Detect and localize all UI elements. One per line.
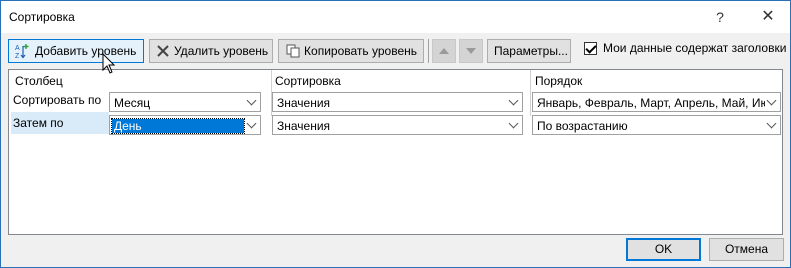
copy-level-button[interactable]: Копировать уровень	[278, 39, 424, 63]
column-select[interactable]: Месяц	[109, 92, 261, 112]
copy-level-label: Копировать уровень	[304, 44, 417, 58]
delete-level-button[interactable]: Удалить уровень	[149, 39, 273, 63]
column-select-value: День	[111, 118, 245, 134]
options-label: Параметры...	[494, 44, 568, 58]
chevron-down-icon[interactable]	[243, 116, 260, 134]
move-up-button[interactable]	[432, 39, 456, 63]
column-divider	[530, 70, 531, 116]
svg-text:A: A	[15, 45, 20, 52]
order-select-value: Январь, Февраль, Март, Апрель, Май, Июнь	[537, 96, 765, 110]
add-level-icon: AZ	[15, 43, 31, 59]
chevron-down-icon[interactable]	[243, 93, 260, 111]
close-button[interactable]: ✕	[753, 5, 783, 29]
row-label: Затем по	[11, 112, 109, 134]
arrow-down-icon	[466, 48, 476, 54]
headers-checkbox-label: Мои данные содержат заголовки	[603, 41, 787, 55]
title-bar: Сортировка ? ✕	[1, 1, 790, 33]
order-select[interactable]: Январь, Февраль, Март, Апрель, Май, Июнь	[532, 92, 781, 112]
sort-on-select-value: Значения	[277, 96, 331, 110]
svg-text:Z: Z	[15, 53, 20, 59]
delete-icon	[156, 43, 170, 59]
header-column: Столбец	[15, 74, 63, 88]
row-label: Сортировать по	[13, 93, 102, 107]
sort-levels-grid: Столбец Сортировка Порядок Сортировать п…	[8, 69, 783, 235]
arrow-up-icon	[439, 48, 449, 54]
add-level-button[interactable]: AZ Добавить уровень	[8, 39, 144, 63]
ok-button[interactable]: OK	[626, 238, 701, 261]
options-button[interactable]: Параметры...	[487, 39, 571, 63]
toolbar-separator	[428, 39, 429, 63]
headers-checkbox[interactable]	[584, 41, 597, 55]
order-select-value: По возрастанию	[537, 119, 628, 133]
sort-dialog: Сортировка ? ✕ AZ Добавить уровень Удали…	[0, 0, 791, 268]
delete-level-label: Удалить уровень	[174, 44, 269, 58]
move-down-button[interactable]	[459, 39, 483, 63]
sort-on-select[interactable]: Значения	[272, 115, 523, 135]
dialog-title: Сортировка	[9, 10, 75, 24]
mouse-cursor-icon	[102, 53, 116, 74]
order-select[interactable]: По возрастанию	[532, 115, 781, 135]
column-select[interactable]: День	[109, 115, 261, 135]
chevron-down-icon[interactable]	[505, 93, 522, 111]
header-sort-on: Сортировка	[275, 74, 341, 88]
chevron-down-icon[interactable]	[763, 93, 780, 111]
sort-on-select[interactable]: Значения	[272, 92, 523, 112]
column-select-value: Месяц	[114, 96, 151, 110]
header-order: Порядок	[535, 74, 583, 88]
headers-checkbox-row[interactable]: Мои данные содержат заголовки	[584, 41, 786, 55]
copy-icon	[285, 43, 300, 59]
cancel-button[interactable]: Отмена	[709, 238, 784, 261]
sort-on-select-value: Значения	[277, 119, 331, 133]
chevron-down-icon[interactable]	[763, 116, 780, 134]
add-level-label: Добавить уровень	[35, 44, 137, 58]
chevron-down-icon[interactable]	[505, 116, 522, 134]
help-button[interactable]: ?	[705, 5, 735, 29]
